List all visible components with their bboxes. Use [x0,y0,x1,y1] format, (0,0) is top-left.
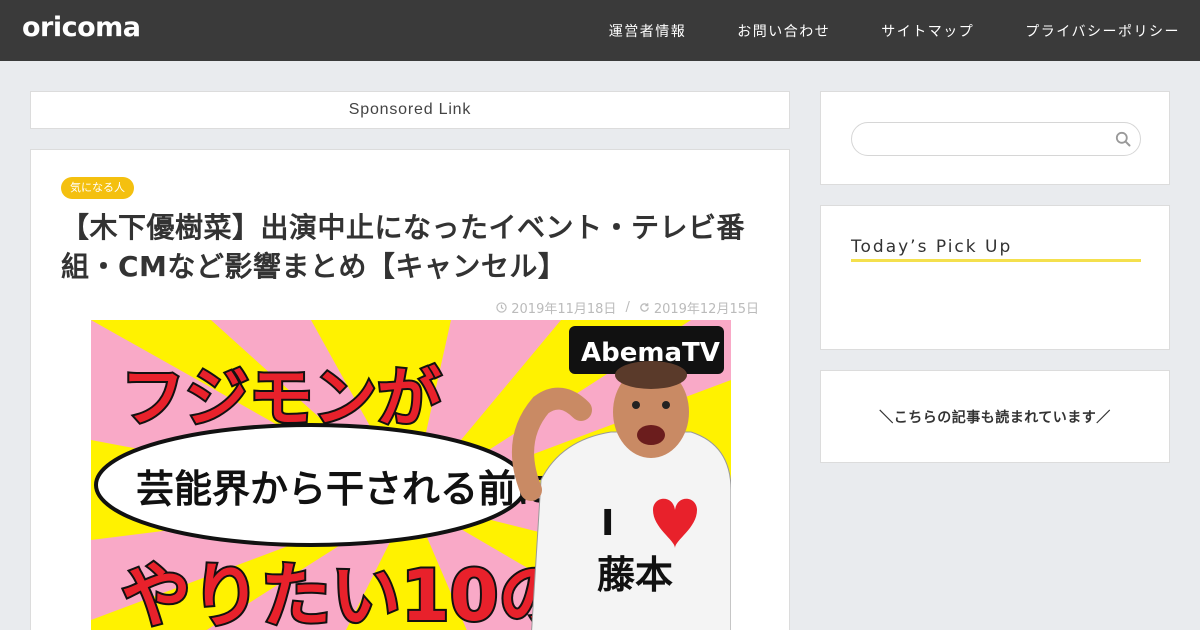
nav-item-contact[interactable]: お問い合わせ [737,21,830,41]
updated-date: 2019年12月15日 [653,302,759,317]
global-nav: 運営者情報 お問い合わせ サイトマップ プライバシーポリシー [558,0,1180,61]
clock-icon [496,302,507,313]
category-badge[interactable]: 気になる人 [61,177,134,199]
pick-up-title: Today’s Pick Up [851,237,1141,262]
sponsored-label: Sponsored Link [348,101,472,118]
date-separator: / [625,300,630,315]
article-card: 気になる人 【木下優樹菜】出演中止になったイベント・テレビ番組・CMなど影響まと… [30,149,790,630]
refresh-icon [640,303,649,312]
search-input[interactable] [866,123,1106,155]
eyecatch-image[interactable]: フジモンが 芸能界から干される前に やりたい10のこと AbemaTV I 藤本 [91,320,731,630]
search-icon[interactable] [1115,131,1131,147]
nav-item-about[interactable]: 運営者情報 [609,21,687,41]
search-widget [820,91,1170,185]
pick-up-widget: Today’s Pick Up [820,205,1170,350]
related-articles-widget: ＼こちらの記事も読まれています／ [820,370,1170,463]
article-title: 【木下優樹菜】出演中止になったイベント・テレビ番組・CMなど影響まとめ【キャンセ… [61,211,746,283]
nav-item-sitemap[interactable]: サイトマップ [881,21,974,41]
shirt-name: 藤本 [597,553,673,597]
post-dates: 2019年11月18日 / 2019年12月15日 [496,298,759,317]
shirt-letter: I [601,503,614,544]
site-header: oricoma 運営者情報 お問い合わせ サイトマップ プライバシーポリシー [0,0,1200,61]
sponsored-link-box: Sponsored Link [30,91,790,129]
search-box [851,122,1141,156]
site-logo[interactable]: oricoma [22,12,141,43]
published-date: 2019年11月18日 [511,302,617,317]
nav-item-privacy[interactable]: プライバシーポリシー [1025,21,1180,41]
related-articles-heading: ＼こちらの記事も読まれています／ [879,409,1111,426]
eyecatch-headline-2: 芸能界から干される前に [136,467,554,511]
eyecatch-illustration: フジモンが 芸能界から干される前に やりたい10のこと AbemaTV I 藤本 [91,320,731,630]
